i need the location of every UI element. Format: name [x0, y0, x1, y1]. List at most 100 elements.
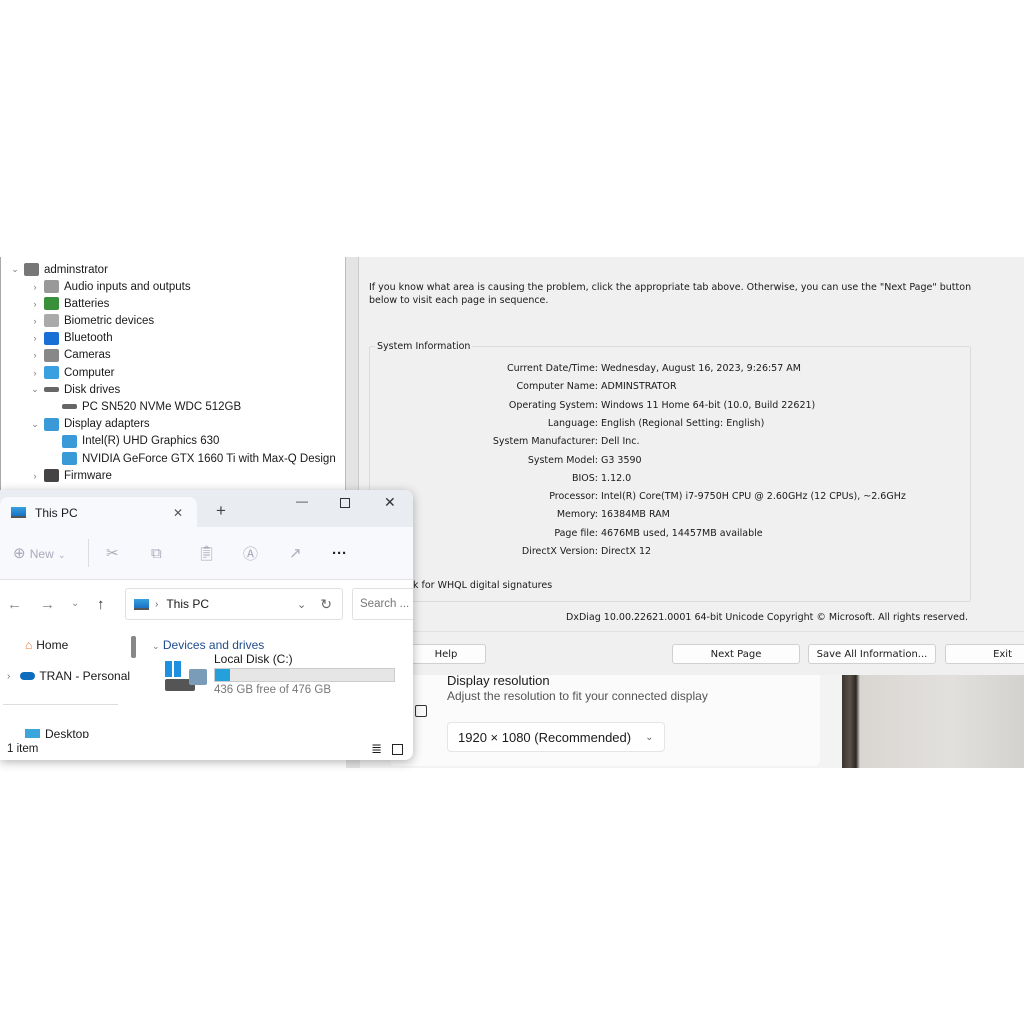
info-label: Computer Name:	[516, 381, 598, 393]
address-row: ← → ⌄ ↑ › This PC ⌄ ↻ Search ...	[0, 580, 413, 628]
intro-text: If you know what area is causing the pro…	[369, 282, 972, 306]
info-row: Page file: 4676MB used, 14457MB available	[370, 528, 970, 542]
tree-item-label: Biometric devices	[64, 314, 155, 327]
chevron-right-icon[interactable]: ›	[29, 333, 41, 343]
nav-item-onedrive[interactable]: › TRAN - Personal	[7, 669, 130, 683]
help-button[interactable]: Help	[406, 644, 486, 664]
chevron-down-icon[interactable]: ⌄	[29, 419, 41, 430]
info-value: G3 3590	[601, 454, 642, 466]
chevron-right-icon[interactable]: ›	[29, 299, 41, 309]
drive-usage-bar	[214, 668, 395, 682]
battery-icon	[44, 297, 59, 311]
dxdiag-window: If you know what area is causing the pro…	[358, 257, 1024, 675]
up-button[interactable]: ↑	[97, 596, 105, 613]
section-label: Devices and drives	[162, 638, 265, 652]
display-adapter-icon	[62, 434, 77, 448]
disk-icon	[62, 404, 77, 410]
resolution-value: 1920 × 1080 (Recommended)	[458, 729, 632, 745]
tree-item[interactable]: › Bluetooth	[29, 330, 113, 347]
tree-item[interactable]: ⌄ Disk drives	[29, 381, 120, 398]
copy-icon[interactable]: ⧉	[151, 545, 162, 562]
tree-item[interactable]: › Cameras	[29, 347, 111, 364]
tab-this-pc[interactable]: This PC ✕	[0, 497, 197, 528]
info-label: BIOS:	[571, 472, 598, 484]
info-value: 4676MB used, 14457MB available	[601, 527, 763, 539]
search-input[interactable]: Search ...	[352, 588, 413, 620]
info-label: Memory:	[556, 509, 598, 521]
nav-label: TRAN - Personal	[39, 669, 131, 683]
whql-checkbox-label[interactable]: k for WHQL digital signatures	[413, 580, 552, 591]
bluetooth-icon	[44, 331, 59, 345]
chevron-down-icon[interactable]: ⌄	[9, 264, 21, 275]
nav-item-desktop[interactable]: Desktop	[25, 727, 89, 738]
share-icon[interactable]: ↗	[289, 544, 302, 562]
display-adapter-icon	[62, 452, 77, 465]
tree-item[interactable]: › Audio inputs and outputs	[29, 278, 191, 295]
info-row: Operating System: Windows 11 Home 64-bit …	[370, 400, 970, 414]
tree-item[interactable]: PC SN520 NVMe WDC 512GB	[47, 398, 241, 415]
back-button[interactable]: ←	[7, 596, 22, 613]
paste-icon[interactable]: 📋︎	[197, 544, 216, 562]
maximize-button[interactable]	[340, 498, 350, 508]
group-title: System Information	[375, 341, 473, 352]
info-value: Windows 11 Home 64-bit (10.0, Build 2262…	[601, 399, 816, 411]
info-label: DirectX Version:	[521, 546, 598, 557]
tree-item[interactable]: › Biometric devices	[29, 312, 154, 329]
this-pc-icon	[134, 598, 149, 610]
navigation-pane: ⌂ Home › TRAN - Personal Desktop	[0, 628, 143, 738]
info-row: Computer Name: ADMINSTRATOR	[370, 381, 970, 395]
cut-icon[interactable]: ✂	[106, 544, 119, 562]
next-page-button[interactable]: Next Page	[672, 644, 800, 664]
save-all-information-button[interactable]: Save All Information...	[808, 644, 936, 664]
disk-icon	[44, 387, 59, 393]
display-adapter-icon	[44, 417, 59, 431]
new-label: New	[29, 547, 54, 561]
chevron-down-icon[interactable]: ⌄	[29, 384, 41, 395]
new-tab-button[interactable]: +	[216, 501, 226, 521]
breadcrumb[interactable]: This PC	[166, 597, 209, 611]
chevron-down-icon: ⌄	[645, 731, 654, 743]
nav-item-home[interactable]: ⌂ Home	[25, 638, 68, 652]
minimize-button[interactable]: —	[296, 494, 308, 508]
rename-icon[interactable]: Ⓐ	[243, 543, 258, 564]
tree-root[interactable]: ⌄ adminstrator	[9, 261, 108, 278]
resolution-dropdown[interactable]: 1920 × 1080 (Recommended) ⌄	[447, 722, 665, 752]
tree-item[interactable]: › Firmware	[29, 467, 112, 484]
tree-item[interactable]: NVIDIA GeForce GTX 1660 Ti with Max-Q De…	[47, 450, 336, 467]
chevron-right-icon[interactable]: ›	[29, 316, 41, 326]
details-view-icon[interactable]: ≣	[371, 741, 382, 757]
chevron-down-icon[interactable]: ⌄	[297, 598, 306, 611]
section-header[interactable]: ⌄ Devices and drives	[152, 638, 264, 652]
device-manager-tree: ⌄ adminstrator › Audio inputs and outputs…	[0, 257, 346, 497]
tree-item[interactable]: ⌄ Display adapters	[29, 416, 150, 433]
info-label: System Model:	[527, 454, 598, 466]
more-options-icon[interactable]: ···	[332, 545, 347, 562]
tiles-view-icon[interactable]	[392, 743, 403, 755]
refresh-icon[interactable]: ↻	[320, 596, 332, 613]
info-label: Current Date/Time:	[506, 363, 598, 374]
close-window-button[interactable]: ✕	[384, 494, 396, 511]
close-tab-icon[interactable]: ✕	[173, 506, 183, 520]
exit-button[interactable]: Exit	[945, 644, 1024, 664]
firmware-icon	[44, 469, 59, 483]
this-pc-icon	[11, 507, 26, 518]
tree-item-label: PC SN520 NVMe WDC 512GB	[82, 400, 242, 413]
tree-item[interactable]: › Batteries	[29, 295, 109, 312]
camera-icon	[44, 348, 59, 362]
chevron-right-icon[interactable]: ›	[29, 471, 41, 481]
fingerprint-icon	[44, 314, 59, 328]
address-bar[interactable]: › This PC ⌄ ↻	[125, 588, 343, 620]
cloud-icon	[20, 672, 36, 680]
forward-button[interactable]: →	[40, 596, 55, 613]
chevron-right-icon[interactable]: ›	[29, 350, 41, 360]
tree-item[interactable]: › Computer	[29, 364, 115, 381]
nav-scrollbar[interactable]	[131, 636, 136, 658]
new-button[interactable]: ⊕ New ⌄	[13, 544, 65, 562]
recent-locations-button[interactable]: ⌄	[71, 598, 79, 609]
chevron-right-icon[interactable]: ›	[29, 368, 41, 378]
chevron-right-icon[interactable]: ›	[29, 282, 41, 292]
tree-item[interactable]: Intel(R) UHD Graphics 630	[47, 433, 219, 450]
system-information-group: System Information Current Date/Time: Wed…	[369, 341, 971, 602]
status-bar: 1 item ≣	[0, 738, 413, 760]
drive-name[interactable]: Local Disk (C:)	[214, 652, 293, 666]
